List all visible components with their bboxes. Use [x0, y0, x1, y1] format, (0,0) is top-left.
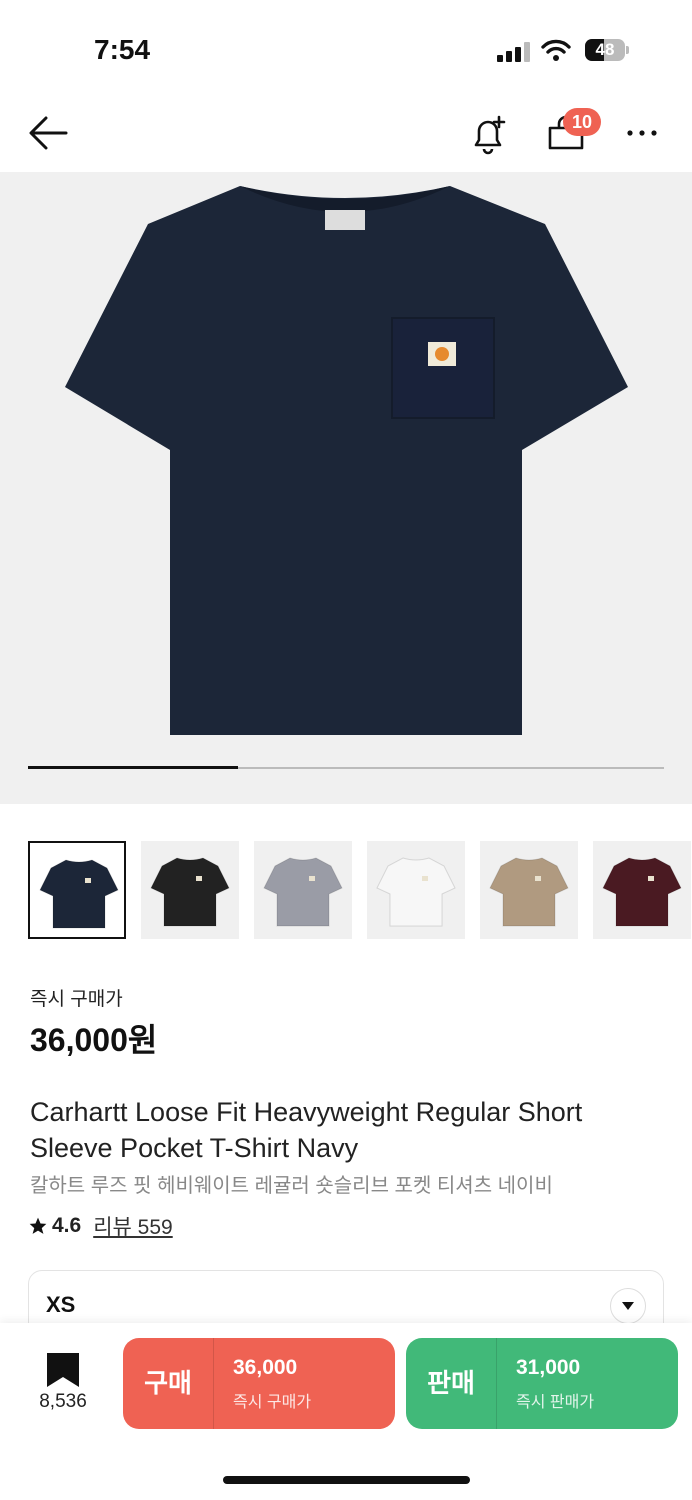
- sell-price: 31,000: [516, 1356, 581, 1379]
- battery-icon: 48: [585, 39, 629, 63]
- status-time: 7:54: [94, 34, 151, 65]
- more-button[interactable]: [622, 118, 662, 148]
- rating-row: 4.6 리뷰 559: [28, 1211, 173, 1241]
- size-value: XS: [46, 1292, 76, 1317]
- buy-label: 구매: [123, 1338, 214, 1429]
- size-dropdown-button[interactable]: [610, 1288, 646, 1324]
- thumbnail-4[interactable]: [367, 841, 465, 939]
- tshirt-thumbnail-image: [376, 857, 456, 927]
- tshirt-image: [65, 186, 628, 735]
- more-dots-icon: [627, 130, 657, 136]
- product-title-ko: 칼하트 루즈 핏 헤비웨이트 레귤러 숏슬리브 포켓 티셔츠 네이비: [30, 1175, 553, 1197]
- wifi-icon: [541, 38, 571, 62]
- cart-count-badge: 10: [563, 108, 601, 136]
- arrow-left-icon: [29, 116, 68, 150]
- thumbnail-2[interactable]: [141, 841, 239, 939]
- thumbnail-5[interactable]: [480, 841, 578, 939]
- tshirt-thumbnail-image: [39, 859, 119, 929]
- thumbnail-1[interactable]: [28, 841, 126, 939]
- notification-add-button[interactable]: [466, 112, 510, 156]
- buy-price-caption: 즉시 구매가: [233, 1394, 312, 1411]
- sell-label: 판매: [406, 1338, 497, 1429]
- cellular-signal-icon: [497, 42, 531, 62]
- tshirt-thumbnail-image: [150, 857, 230, 927]
- tshirt-thumbnail-image: [263, 857, 343, 927]
- sell-button[interactable]: 판매 31,000 즉시 판매가: [406, 1338, 678, 1429]
- product-title-en: Carhartt Loose Fit Heavyweight Regular S…: [30, 1097, 583, 1163]
- battery-level: 48: [595, 40, 615, 59]
- buy-button[interactable]: 구매 36,000 즉시 구매가: [123, 1338, 395, 1429]
- bell-plus-icon: [474, 115, 506, 155]
- home-indicator: [223, 1476, 470, 1484]
- bookmark-count: 8,536: [39, 1391, 87, 1412]
- buy-price: 36,000: [233, 1356, 298, 1379]
- price-label: 즉시 구매가: [30, 989, 123, 1010]
- sell-price-caption: 즉시 판매가: [516, 1394, 595, 1411]
- rating-value: 4.6: [52, 1214, 82, 1237]
- star-icon: [29, 1217, 47, 1234]
- thumbnail-3[interactable]: [254, 841, 352, 939]
- review-link[interactable]: 리뷰 559: [93, 1211, 173, 1241]
- bookmark-icon: [47, 1353, 79, 1387]
- tshirt-thumbnail-image: [489, 857, 569, 927]
- product-price: 36,000원: [30, 1022, 158, 1058]
- tshirt-thumbnail-image: [602, 857, 682, 927]
- product-image[interactable]: [0, 172, 692, 804]
- thumbnail-6[interactable]: [593, 841, 691, 939]
- gallery-progress-indicator: [28, 766, 238, 769]
- back-button[interactable]: [26, 112, 70, 154]
- chevron-down-icon: [622, 1302, 634, 1310]
